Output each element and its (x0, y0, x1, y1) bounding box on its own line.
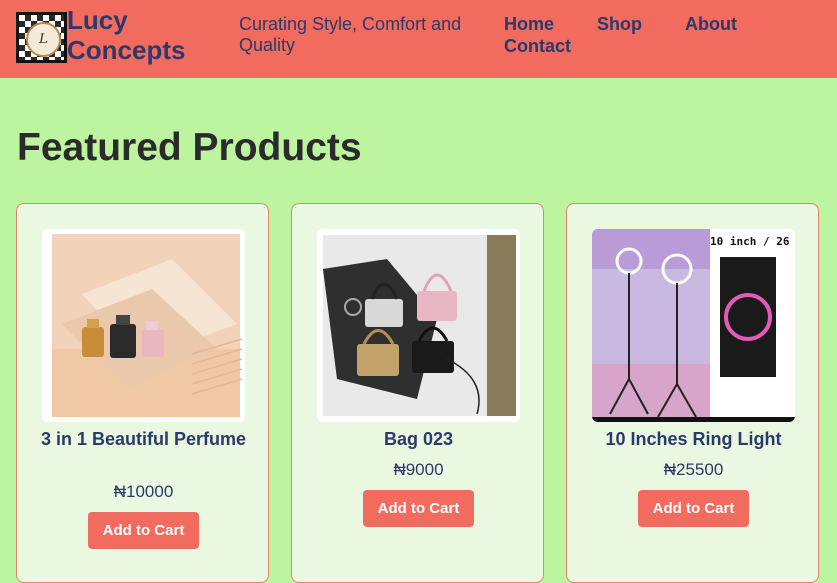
product-name[interactable]: 3 in 1 Beautiful Perfume (27, 428, 260, 450)
page-title: Featured Products (17, 126, 362, 169)
product-name[interactable]: 10 Inches Ring Light (577, 428, 810, 450)
product-price: ₦25500 (663, 460, 724, 479)
product-price: ₦9000 (393, 460, 444, 479)
logo-monogram: L (26, 22, 61, 57)
brand-name[interactable]: Lucy Concepts (67, 5, 217, 65)
product-name[interactable]: Bag 023 (302, 428, 535, 450)
brand-tagline: Curating Style, Comfort and Quality (239, 14, 462, 55)
product-card: 3 in 1 Beautiful Perfume ₦10000 Add to C… (16, 203, 269, 583)
brand-logo[interactable]: L (16, 12, 67, 63)
nav-home[interactable]: Home (504, 14, 554, 35)
add-to-cart-button[interactable]: Add to Cart (638, 490, 749, 527)
product-image[interactable] (317, 229, 520, 422)
handbags-image (317, 229, 520, 422)
product-card: 10 inch / 26 cm 10 Inches Ring Light ₦25… (566, 203, 819, 583)
product-price: ₦10000 (113, 482, 174, 501)
site-header: L Lucy Concepts Curating Style, Comfort … (0, 0, 837, 78)
nav-about[interactable]: About (685, 14, 737, 35)
ring-light-image: 10 inch / 26 cm (592, 229, 795, 422)
add-to-cart-button[interactable]: Add to Cart (363, 490, 474, 527)
product-image[interactable] (42, 229, 245, 422)
ring-light-caption: 10 inch / 26 cm (710, 235, 795, 248)
nav-contact[interactable]: Contact (504, 36, 571, 57)
product-card: Bag 023 ₦9000 Add to Cart (291, 203, 544, 583)
nav-shop[interactable]: Shop (597, 14, 642, 35)
product-image[interactable]: 10 inch / 26 cm (592, 229, 795, 422)
perfume-set-image (42, 229, 245, 422)
add-to-cart-button[interactable]: Add to Cart (88, 512, 199, 549)
